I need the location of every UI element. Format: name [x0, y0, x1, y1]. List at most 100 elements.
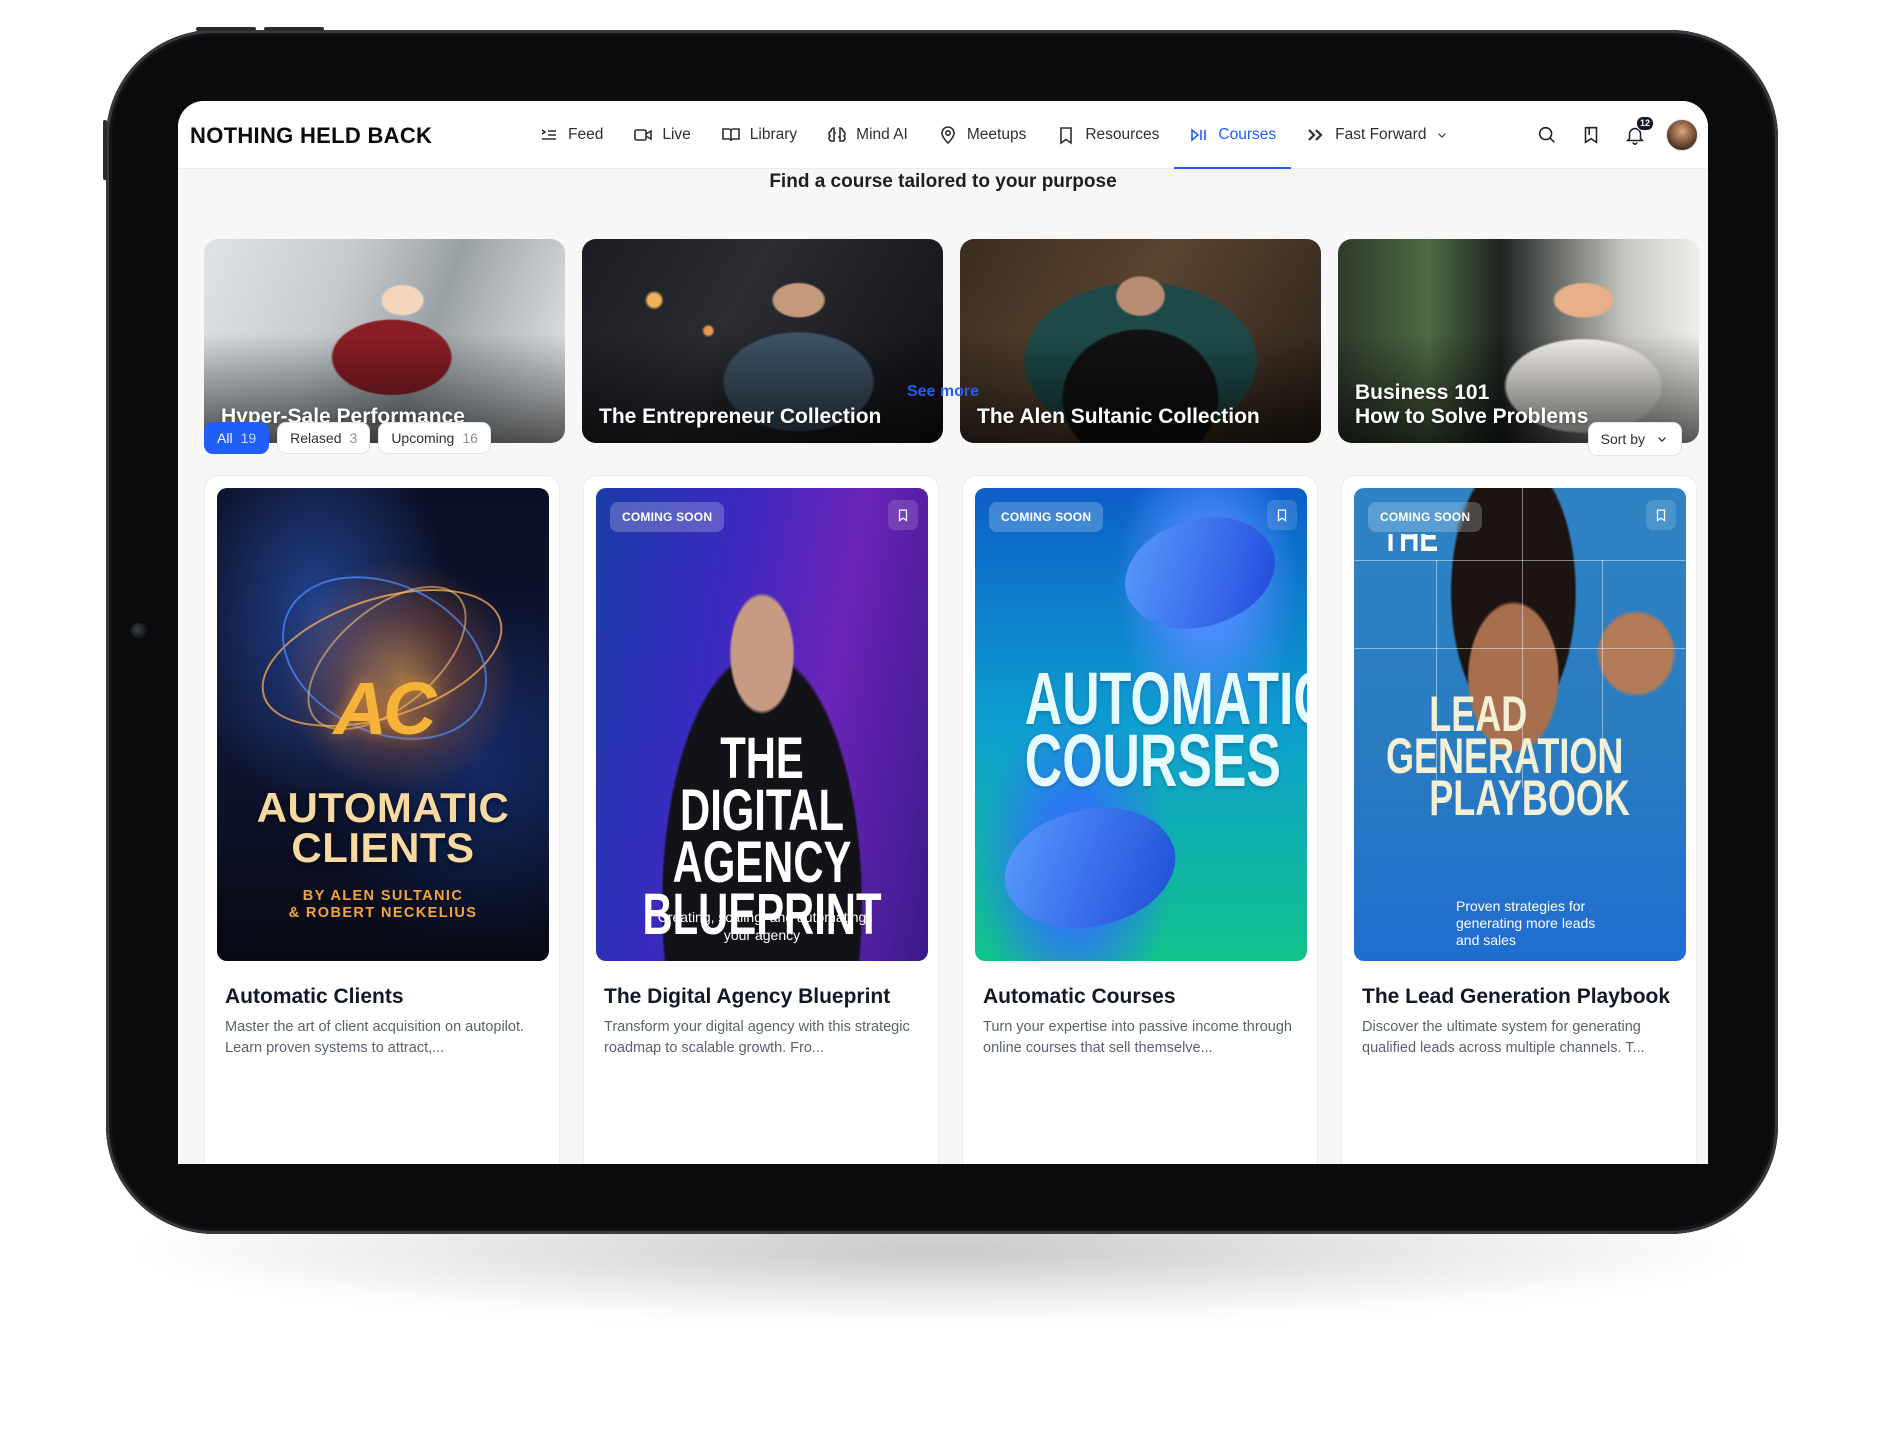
bookmark-button[interactable] — [1646, 500, 1676, 530]
course-cover[interactable]: COMING SOON THE DIGITAL AGENCY BLUEPRINT… — [596, 488, 928, 961]
collections-row: Hyper-Sale Performance The Entrepreneur … — [204, 239, 1699, 443]
search-button[interactable] — [1534, 122, 1560, 148]
chevron-down-icon — [1658, 437, 1666, 442]
bookmark-button[interactable] — [888, 500, 918, 530]
course-description: Transform your digital agency with this … — [604, 1019, 910, 1056]
collection-title-line: How to Solve Problems — [1355, 405, 1589, 428]
section-title: Find a course tailored to your purpose — [769, 171, 1117, 192]
course-cover[interactable]: THE COMING SOON LEAD GENERATION PLAYBOOK… — [1354, 488, 1686, 961]
location-pin-icon — [941, 126, 955, 145]
book-icon — [721, 128, 740, 142]
brand-logo[interactable]: NOTHING HELD BACK — [190, 123, 432, 149]
nav-label: Fast Forward — [1335, 126, 1427, 143]
hand-illustration — [987, 777, 1193, 959]
collection-card[interactable]: Hyper-Sale Performance — [204, 239, 565, 443]
main-nav: Feed Live Library Mind AI Meetups Resour… — [524, 101, 1464, 169]
cover-title-line: THE DIGITAL — [680, 726, 844, 843]
cover-logo: AC — [333, 667, 437, 750]
nav-label: Library — [749, 126, 798, 143]
cover-byline-line: & ROBERT NECKELIUS — [288, 905, 478, 921]
bookmark-icon — [1277, 509, 1287, 522]
nav-item-feed[interactable]: Feed — [524, 101, 618, 169]
nav-item-fast-forward[interactable]: Fast Forward — [1291, 101, 1464, 169]
see-more-link[interactable]: See more — [178, 383, 1708, 401]
sort-by-dropdown[interactable]: Sort by — [1587, 422, 1682, 456]
sort-label: Sort by — [1600, 431, 1645, 447]
chip-count: 16 — [462, 430, 478, 446]
fast-forward-icon — [1308, 129, 1323, 141]
coming-soon-badge: COMING SOON — [989, 502, 1104, 532]
nav-item-live[interactable]: Live — [618, 101, 705, 169]
course-grid: AC AUTOMATIC CLIENTS BY ALEN SULTANIC & … — [204, 475, 1697, 1164]
saved-button[interactable] — [1578, 122, 1604, 148]
nav-label: Meetups — [966, 126, 1027, 143]
chip-count: 19 — [240, 430, 257, 446]
bookmark-icon — [898, 509, 908, 522]
nav-item-meetups[interactable]: Meetups — [923, 101, 1041, 169]
top-navigation-bar: NOTHING HELD BACK Feed Live Library Mind… — [178, 101, 1708, 169]
filter-all[interactable]: All 19 — [204, 422, 270, 454]
nav-label: Mind AI — [856, 126, 908, 143]
header-actions: 12 — [1534, 101, 1698, 169]
collection-card[interactable]: The Entrepreneur Collection — [582, 239, 943, 443]
cover-subtitle: Proven strategies for generating more le… — [1456, 898, 1596, 948]
volume-button — [264, 27, 324, 31]
collection-card[interactable]: The Alen Sultanic Collection — [960, 239, 1321, 443]
coming-soon-badge: COMING SOON — [1368, 502, 1483, 532]
cover-subtitle: Creating, scaling, and automating your a… — [657, 909, 867, 943]
cover-byline: BY ALEN SULTANIC & ROBERT NECKELIUS — [217, 888, 549, 922]
search-icon — [1538, 126, 1555, 143]
video-icon — [634, 129, 653, 141]
nav-label: Feed — [568, 126, 604, 143]
feed-icon — [541, 129, 556, 140]
bookmark-icon — [1060, 127, 1073, 145]
coming-soon-badge: COMING SOON — [610, 502, 725, 532]
filter-released[interactable]: Relased 3 — [277, 422, 371, 454]
collection-title: The Entrepreneur Collection — [599, 405, 882, 428]
course-description: Turn your expertise into passive income … — [983, 1019, 1292, 1056]
course-card[interactable]: AC AUTOMATIC CLIENTS BY ALEN SULTANIC & … — [204, 475, 560, 1164]
course-card[interactable]: COMING SOON THE DIGITAL AGENCY BLUEPRINT… — [583, 475, 939, 1164]
nav-label: Courses — [1218, 126, 1277, 143]
chip-label: All — [217, 430, 233, 446]
nav-label: Resources — [1085, 126, 1160, 143]
nav-item-resources[interactable]: Resources — [1041, 101, 1174, 169]
nav-label: Live — [662, 126, 691, 143]
brain-icon — [828, 127, 846, 142]
filter-chips: All 19 Relased 3 Upcoming 16 — [204, 422, 491, 454]
course-card[interactable]: COMING SOON AUTOMATIC COURSES Automatic … — [962, 475, 1318, 1164]
filter-upcoming[interactable]: Upcoming 16 — [378, 422, 491, 454]
cover-title-line: PLAYBOOK — [1429, 770, 1630, 826]
play-pause-icon — [1191, 128, 1207, 142]
bookmark-button[interactable] — [1267, 500, 1297, 530]
nav-item-courses[interactable]: Courses — [1174, 101, 1291, 169]
chevron-down-icon — [1438, 133, 1447, 138]
nav-item-mind-ai[interactable]: Mind AI — [812, 101, 923, 169]
notification-count-badge: 12 — [1635, 116, 1654, 131]
bookmark-icon — [1656, 509, 1666, 522]
course-description: Discover the ultimate system for generat… — [1362, 1019, 1645, 1056]
course-cover[interactable]: COMING SOON AUTOMATIC COURSES — [975, 488, 1307, 961]
user-avatar[interactable] — [1666, 119, 1698, 151]
collection-card[interactable]: Business 101 How to Solve Problems — [1338, 239, 1699, 443]
collection-title: The Alen Sultanic Collection — [977, 405, 1260, 428]
front-camera — [131, 623, 147, 639]
course-title[interactable]: Automatic Courses — [975, 985, 1305, 1009]
chip-count: 3 — [349, 430, 358, 446]
bookmark-icon — [1584, 126, 1598, 144]
grid-line — [1354, 648, 1686, 649]
chip-label: Upcoming — [391, 430, 455, 446]
hand-illustration — [1107, 488, 1293, 659]
course-card[interactable]: THE COMING SOON LEAD GENERATION PLAYBOOK… — [1341, 475, 1697, 1164]
cover-title: AUTOMATIC CLIENTS — [256, 784, 510, 871]
course-title[interactable]: The Digital Agency Blueprint — [596, 985, 926, 1009]
course-description: Master the art of client acquisition on … — [225, 1019, 525, 1056]
course-title[interactable]: The Lead Generation Playbook — [1354, 985, 1684, 1009]
course-cover[interactable]: AC AUTOMATIC CLIENTS BY ALEN SULTANIC & … — [217, 488, 549, 961]
nav-item-library[interactable]: Library — [706, 101, 812, 169]
notifications-button[interactable]: 12 — [1622, 116, 1654, 148]
cover-title: LEAD GENERATION PLAYBOOK — [1386, 689, 1630, 826]
cover-title: AUTOMATIC COURSES — [1025, 662, 1307, 798]
app-screen: NOTHING HELD BACK Feed Live Library Mind… — [178, 101, 1708, 1164]
course-title[interactable]: Automatic Clients — [217, 985, 547, 1009]
